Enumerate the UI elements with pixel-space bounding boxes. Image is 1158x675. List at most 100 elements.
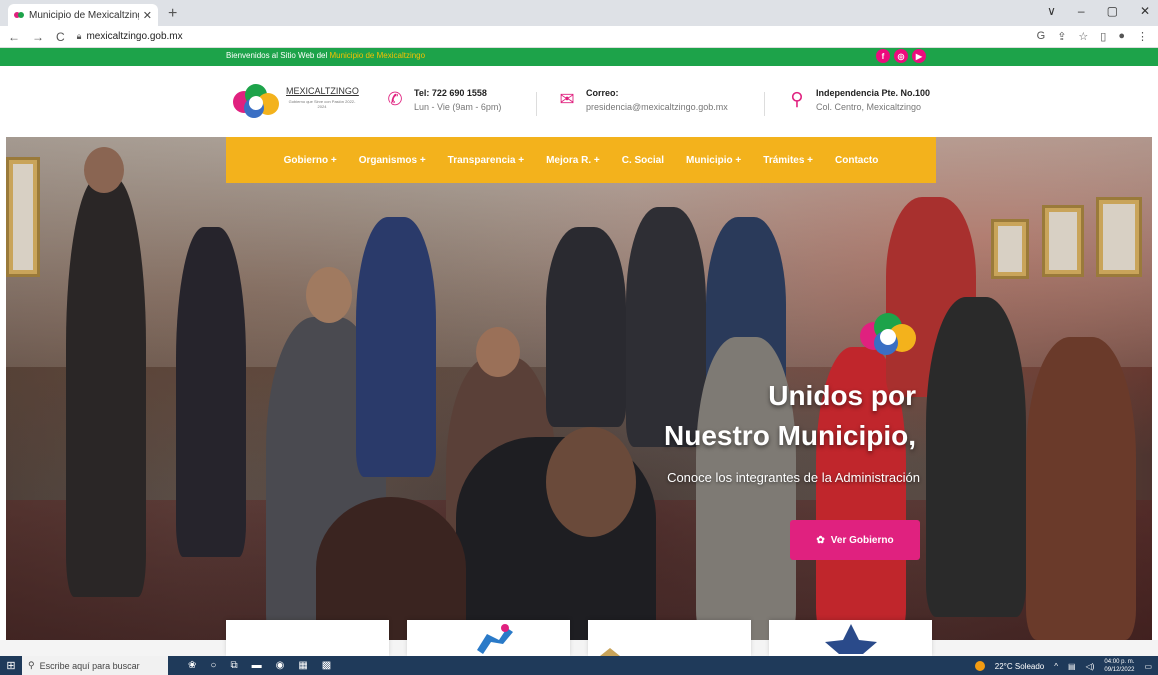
nav-mejora-regulatoria[interactable]: Mejora R. +: [546, 155, 600, 166]
feature-card[interactable]: [588, 620, 751, 656]
ver-gobierno-label: Ver Gobierno: [830, 534, 894, 546]
feature-cards: [226, 620, 932, 656]
address-street: Independencia Pte. No.100: [816, 88, 931, 98]
maximize-button[interactable]: ▢: [1107, 4, 1118, 18]
clock-date: 09/12/2022: [1104, 667, 1135, 673]
email-info: ✉ Correo: presidencia@mexicaltzingo.gob.…: [556, 88, 728, 112]
new-tab-button[interactable]: +: [168, 5, 177, 23]
network-icon[interactable]: ▤: [1068, 662, 1076, 671]
window-controls: ∨ – ▢ ✕: [1047, 4, 1150, 18]
person: [926, 297, 1026, 617]
instagram-icon[interactable]: ◎: [894, 49, 908, 63]
taskbar-apps: ❀ ○ ⧉ ▬ ◉ ▦ ▩: [188, 660, 331, 671]
store-icon[interactable]: ▦: [298, 660, 307, 671]
feature-card[interactable]: [407, 620, 570, 656]
person: [356, 217, 436, 477]
nav-tramites[interactable]: Trámites +: [763, 155, 813, 166]
close-tab-icon[interactable]: ✕: [143, 9, 152, 22]
nav-gobierno[interactable]: Gobierno +: [284, 155, 337, 166]
more-menu-icon[interactable]: ⋮: [1137, 30, 1148, 43]
gear-icon: ✿: [816, 534, 825, 546]
weather-text[interactable]: 22°C Soleado: [995, 662, 1044, 671]
tray-chevron-icon[interactable]: ^: [1054, 662, 1058, 671]
main-nav: Gobierno + Organismos + Transparencia + …: [226, 137, 936, 183]
hero-banner-image: [6, 137, 1152, 640]
ver-gobierno-button[interactable]: ✿ Ver Gobierno: [790, 520, 920, 560]
browser-tab-bar: Municipio de Mexicaltzingo – Ad ✕ + ∨ – …: [0, 0, 1158, 26]
person-head: [306, 267, 352, 323]
social-links: f ◎ ▶: [876, 49, 926, 63]
star-icon[interactable]: ☆: [1078, 30, 1088, 43]
welcome-highlight: Municipio de Mexicaltzingo: [329, 51, 426, 60]
windows-start-icon[interactable]: ⊞: [0, 656, 22, 675]
profile-icon[interactable]: ●: [1118, 30, 1125, 43]
portrait-frame: [6, 157, 40, 277]
google-icon[interactable]: G: [1037, 30, 1046, 43]
close-window-button[interactable]: ✕: [1140, 4, 1150, 18]
person: [66, 177, 146, 597]
feature-card[interactable]: [769, 620, 932, 656]
address-info: ⚲ Independencia Pte. No.100 Col. Centro,…: [786, 88, 930, 112]
forward-arrow-icon[interactable]: →: [32, 30, 44, 44]
browser-toolbar: G ⇪ ☆ ▯ ● ⋮: [1037, 30, 1148, 43]
nav-transparencia[interactable]: Transparencia +: [448, 155, 524, 166]
taskbar-search[interactable]: ⚲ Escribe aquí para buscar: [22, 656, 168, 675]
site-favicon-icon: [14, 10, 24, 20]
hero-title: Unidos por Nuestro Municipio,: [600, 376, 916, 456]
system-tray: 22°C Soleado ^ ▤ ◁) 04:00 p. m. 09/12/20…: [974, 658, 1152, 674]
nav-contacto[interactable]: Contacto: [835, 155, 878, 166]
url-text: mexicaltzingo.gob.mx: [86, 31, 183, 42]
portrait-frame: [1096, 197, 1142, 277]
task-view-icon[interactable]: ○: [210, 660, 216, 671]
clock[interactable]: 04:00 p. m. 09/12/2022: [1104, 658, 1134, 674]
weather-sun-icon: [974, 661, 985, 671]
runner-icon: [477, 624, 513, 654]
phone-icon: ✆: [387, 89, 403, 109]
brand-block: MEXICALTZINGO Gobierno que Sirve con Pas…: [286, 86, 359, 109]
municipality-logo[interactable]: [232, 82, 280, 122]
browser-tab[interactable]: Municipio de Mexicaltzingo – Ad ✕: [8, 4, 158, 26]
email-address[interactable]: presidencia@mexicaltzingo.gob.mx: [586, 102, 728, 112]
nav-organismos[interactable]: Organismos +: [359, 155, 426, 166]
clock-time: 04:00 p. m.: [1104, 659, 1135, 665]
file-explorer-icon[interactable]: ▬: [252, 660, 262, 671]
tab-search-icon[interactable]: ∨: [1047, 4, 1056, 18]
facebook-icon[interactable]: f: [876, 49, 890, 63]
welcome-bar: Bienvenidos al Sitio Web del Municipio d…: [0, 48, 1158, 66]
address-bar-row: ← → C 🔒︎ mexicaltzingo.gob.mx G ⇪ ☆ ▯ ● …: [0, 26, 1158, 48]
star-badge-icon: [825, 624, 877, 654]
share-icon[interactable]: ⇪: [1057, 30, 1066, 43]
brand-name[interactable]: MEXICALTZINGO: [286, 86, 359, 96]
welcome-text: Bienvenidos al Sitio Web del Municipio d…: [226, 51, 425, 60]
volume-icon[interactable]: ◁): [1086, 662, 1095, 671]
welcome-prefix: Bienvenidos al Sitio Web del: [226, 51, 330, 60]
phone-hours: Lun - Vie (9am - 6pm): [414, 102, 502, 112]
search-icon: ⚲: [28, 660, 35, 670]
taskbar-search-placeholder: Escribe aquí para buscar: [39, 660, 140, 671]
url-field[interactable]: 🔒︎ mexicaltzingo.gob.mx: [77, 31, 183, 42]
divider: [764, 92, 765, 116]
sidebar-icon[interactable]: ▯: [1100, 30, 1106, 43]
nav-municipio[interactable]: Municipio +: [686, 155, 741, 166]
minimize-button[interactable]: –: [1078, 4, 1085, 18]
notifications-icon[interactable]: ▭: [1144, 662, 1152, 671]
brand-slogan: Gobierno que Sirve con Pasión 2022-2024: [288, 99, 356, 109]
nav-comunicacion-social[interactable]: C. Social: [622, 155, 664, 166]
phone-info: ✆ Tel: 722 690 1558 Lun - Vie (9am - 6pm…: [384, 88, 501, 112]
location-pin-icon: ⚲: [790, 89, 804, 109]
multitask-icon[interactable]: ⧉: [230, 660, 237, 671]
person-head: [476, 327, 520, 377]
reload-icon[interactable]: C: [56, 30, 65, 44]
chrome-icon[interactable]: ◉: [276, 660, 285, 671]
back-arrow-icon[interactable]: ←: [8, 30, 20, 44]
portrait-frame: [991, 219, 1029, 279]
photos-icon[interactable]: ▩: [322, 660, 331, 671]
site-header: MEXICALTZINGO Gobierno que Sirve con Pas…: [0, 66, 1158, 138]
chair: [316, 497, 466, 640]
hero-subtitle: Conoce los integrantes de la Administrac…: [667, 470, 920, 485]
hero-title-line1: Unidos por: [768, 380, 916, 411]
widgets-icon[interactable]: ❀: [188, 660, 196, 671]
hero-logo: [860, 313, 916, 355]
feature-card[interactable]: [226, 620, 389, 656]
youtube-icon[interactable]: ▶: [912, 49, 926, 63]
